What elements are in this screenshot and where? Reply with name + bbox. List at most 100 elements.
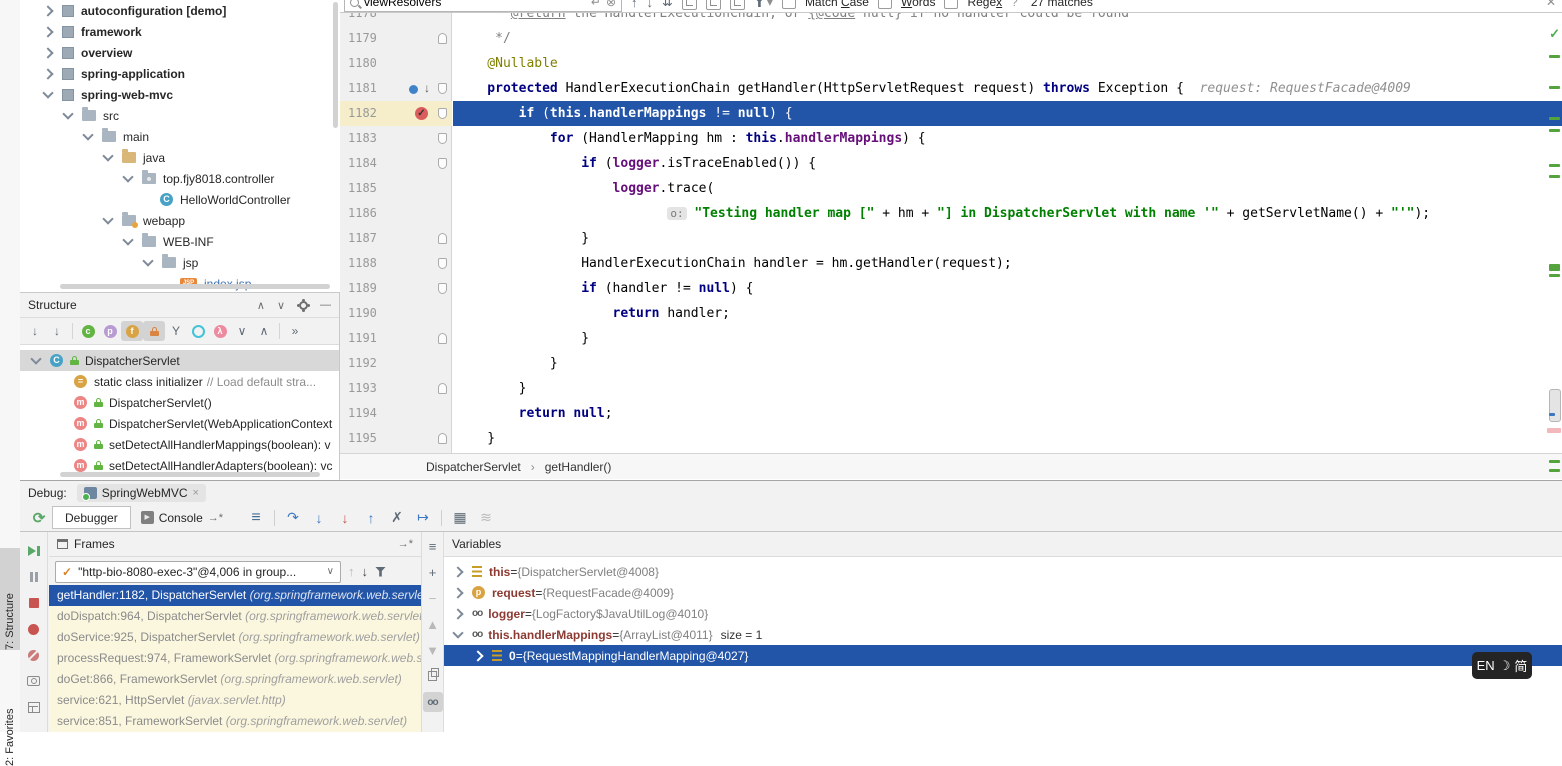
gutter-line[interactable]: 1187 — [340, 226, 452, 251]
layout-settings-icon[interactable] — [20, 694, 47, 720]
match-mark[interactable] — [1549, 175, 1560, 178]
chevron-right-icon[interactable] — [42, 26, 53, 37]
get-thread-dump-icon[interactable] — [20, 668, 47, 694]
fold-marker-icon[interactable] — [438, 333, 447, 344]
regex-checkbox[interactable] — [944, 0, 958, 9]
fold-marker-icon[interactable] — [438, 108, 447, 119]
expand-all-icon[interactable]: ∨ — [231, 321, 253, 341]
hide-library-frames-icon[interactable] — [375, 567, 386, 577]
stack-frame-row[interactable]: doDispatch:964, DispatcherServlet (org.s… — [49, 606, 421, 627]
project-tree-item[interactable]: WEB-INF — [20, 231, 340, 252]
frames-pin-icon[interactable]: →* — [398, 538, 413, 550]
variable-row[interactable]: oothis.handlerMappings = {ArrayList@4011… — [444, 624, 1562, 645]
chevron-right-icon[interactable] — [452, 608, 463, 619]
stack-frame-row[interactable]: processRequest:974, FrameworkServlet (or… — [49, 648, 421, 669]
code-line[interactable]: protected HandlerExecutionChain getHandl… — [453, 76, 1562, 101]
prev-frame-icon[interactable]: ↑ — [348, 564, 355, 579]
rerun-icon[interactable]: ⟳ — [26, 509, 52, 527]
search-filter-icon[interactable] — [754, 0, 765, 7]
chevron-right-icon[interactable] — [472, 650, 483, 661]
select-all-occurrences-icon[interactable]: ⇊ — [662, 0, 673, 10]
gutter-line[interactable]: 1194 — [340, 401, 452, 426]
pause-icon[interactable] — [20, 564, 47, 590]
show-properties-icon[interactable]: p — [99, 321, 121, 341]
match-mark[interactable] — [1549, 469, 1560, 472]
search-toggle-c-icon[interactable] — [730, 0, 745, 10]
chevron-down-icon[interactable] — [122, 171, 133, 182]
fold-marker-icon[interactable] — [438, 83, 447, 94]
move-down-icon[interactable]: ▼ — [423, 640, 443, 660]
hamburger-icon[interactable]: ≡ — [243, 509, 269, 527]
project-tree-item[interactable]: autoconfiguration [demo] — [20, 0, 340, 21]
sort-by-visibility-icon[interactable]: ↓ — [24, 321, 46, 341]
collapse-all-icon[interactable]: ∨ — [277, 299, 285, 312]
more-icon[interactable]: » — [284, 321, 306, 341]
project-tree-item[interactable]: framework — [20, 21, 340, 42]
code-line[interactable]: HandlerExecutionChain handler = hm.getHa… — [453, 251, 1562, 276]
variables-menu-icon[interactable]: ≡ — [423, 536, 443, 556]
gutter-line[interactable]: 1195 — [340, 426, 452, 451]
gutter-line[interactable]: 1188 — [340, 251, 452, 276]
structure-item[interactable]: =static class initializer// Load default… — [20, 371, 339, 392]
match-case-checkbox[interactable] — [782, 0, 796, 9]
show-lambdas-icon[interactable]: λ — [209, 321, 231, 341]
search-input[interactable]: viewResolvers ↵ ⊗ — [344, 0, 622, 12]
run-to-cursor-icon[interactable]: ↦ — [410, 509, 436, 526]
project-tree-item[interactable]: overview — [20, 42, 340, 63]
move-up-icon[interactable]: ▲ — [423, 614, 443, 634]
stack-frame-row[interactable]: getHandler:1182, DispatcherServlet (org.… — [49, 585, 421, 606]
code-area[interactable]: * @return the HandlerExecutionChain, or … — [453, 0, 1562, 453]
gutter-line[interactable]: 1182✓ — [340, 101, 452, 126]
fold-marker-icon[interactable] — [438, 383, 447, 394]
match-mark[interactable] — [1549, 55, 1560, 58]
filter-chevron-icon[interactable]: ▾ — [767, 0, 773, 9]
project-tree-item[interactable]: JSPindex.jsp — [20, 273, 340, 292]
duplicate-watch-icon[interactable] — [423, 666, 443, 686]
view-breakpoints-icon[interactable] — [20, 616, 47, 642]
tab-debugger[interactable]: Debugger — [52, 506, 131, 529]
group-methods-icon[interactable]: Y — [165, 321, 187, 341]
structure-item[interactable]: mDispatcherServlet(WebApplicationContext — [20, 413, 339, 434]
project-tree-item[interactable]: spring-application — [20, 63, 340, 84]
expand-all-icon[interactable]: ∧ — [257, 299, 265, 312]
variable-row[interactable]: prequest = {RequestFacade@4009} — [444, 582, 1562, 603]
stack-frame-row[interactable]: doService:925, DispatcherServlet (org.sp… — [49, 627, 421, 648]
code-line[interactable]: } — [453, 426, 1562, 451]
chevron-right-icon[interactable] — [452, 587, 463, 598]
code-line[interactable]: @Nullable — [453, 51, 1562, 76]
fold-marker-icon[interactable] — [438, 433, 447, 444]
stack-frame-row[interactable]: service:621, HttpServlet (javax.servlet.… — [49, 690, 421, 711]
breakpoint-icon[interactable]: ✓ — [415, 107, 428, 120]
match-mark[interactable] — [1549, 274, 1560, 277]
gutter-line[interactable]: 1191 — [340, 326, 452, 351]
chevron-down-icon[interactable] — [452, 627, 463, 638]
fold-marker-icon[interactable] — [438, 233, 447, 244]
regex-label[interactable]: Regex — [967, 0, 1002, 9]
next-occurrence-icon[interactable]: ↓ — [647, 0, 654, 10]
project-tree-item[interactable]: main — [20, 126, 340, 147]
step-out-icon[interactable]: ↑ — [358, 510, 384, 526]
code-line[interactable]: for (HandlerMapping hm : this.handlerMap… — [453, 126, 1562, 151]
project-tree-item[interactable]: jsp — [20, 252, 340, 273]
drop-frame-icon[interactable]: ✗ — [384, 509, 410, 526]
code-line[interactable]: if (logger.isTraceEnabled()) { — [453, 151, 1562, 176]
close-search-icon[interactable]: ✕ — [1546, 0, 1556, 9]
gear-icon[interactable] — [299, 301, 308, 310]
prev-occurrence-icon[interactable]: ↑ — [631, 0, 638, 10]
new-watch-icon[interactable]: + — [423, 562, 443, 582]
project-tree-item[interactable]: CHelloWorldController — [20, 189, 340, 210]
variable-row[interactable]: 0 = {RequestMappingHandlerMapping@4027} — [444, 645, 1562, 666]
code-line[interactable]: logger.trace( — [453, 176, 1562, 201]
structure-horizontal-scrollbar[interactable] — [60, 472, 320, 477]
gutter-line[interactable]: 1190 — [340, 301, 452, 326]
match-mark[interactable] — [1549, 460, 1560, 463]
force-step-into-icon[interactable]: ↓ — [332, 510, 358, 526]
stack-frame-row[interactable]: doGet:866, FrameworkServlet (org.springf… — [49, 669, 421, 690]
gutter-line[interactable]: 1179 — [340, 26, 452, 51]
match-mark[interactable] — [1549, 413, 1555, 416]
clear-search-icon[interactable]: ⊗ — [606, 0, 616, 9]
match-mark[interactable] — [1549, 129, 1560, 132]
chevron-down-icon[interactable] — [102, 213, 113, 224]
gutter-line[interactable]: 1183 — [340, 126, 452, 151]
thread-dropdown[interactable]: ✓ "http-bio-8080-exec-3"@4,006 in group.… — [55, 561, 341, 583]
